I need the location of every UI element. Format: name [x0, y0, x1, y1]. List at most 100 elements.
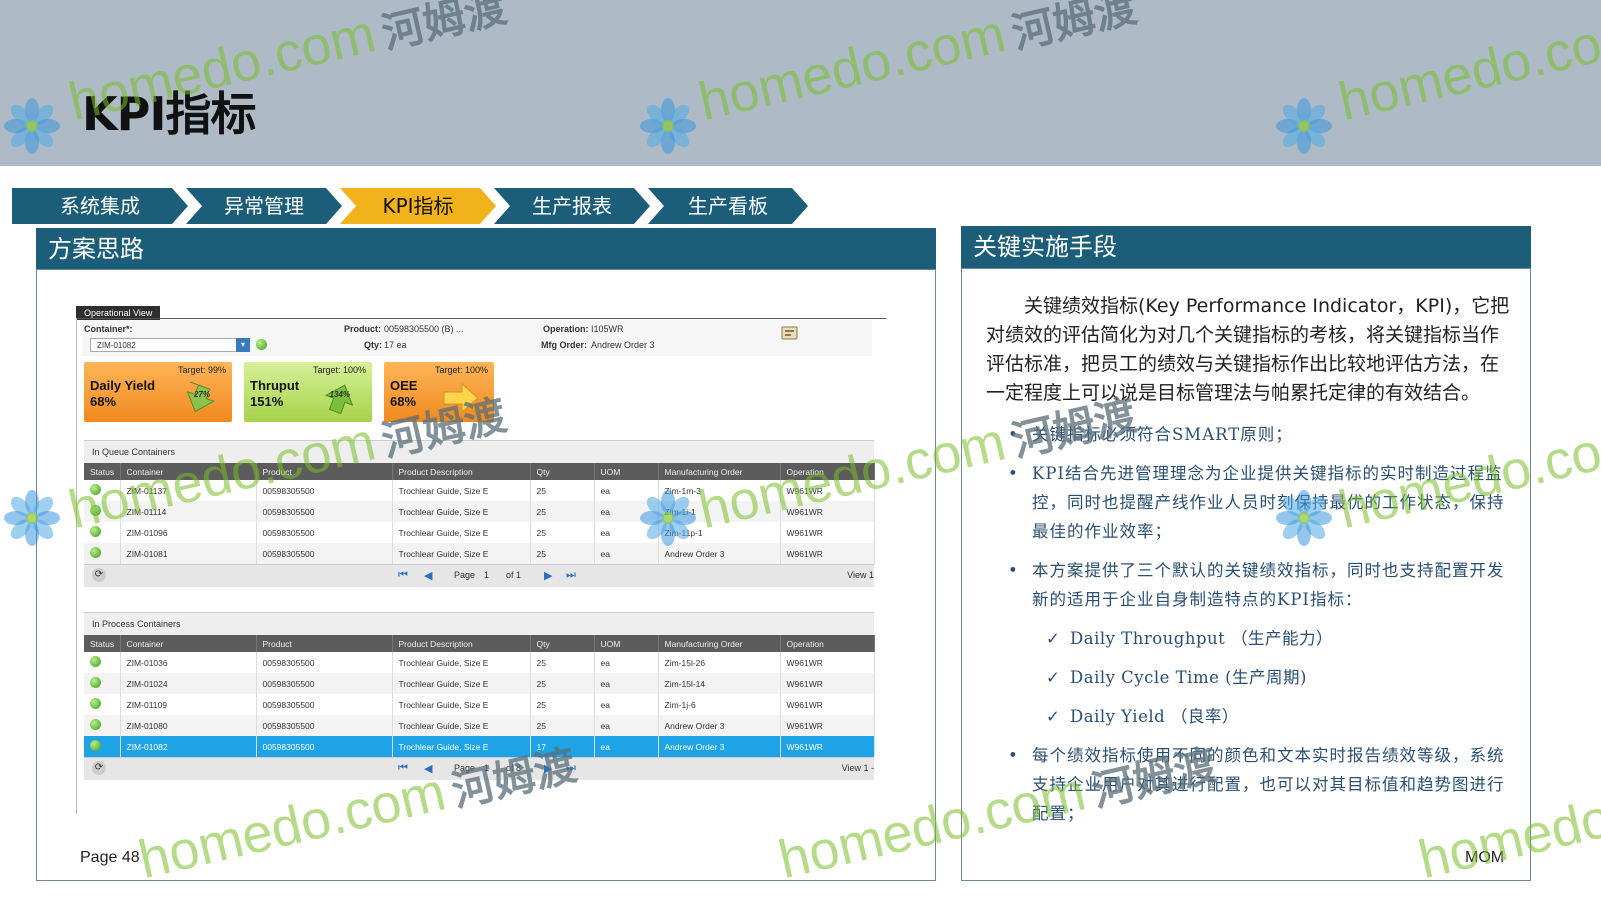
- column-header[interactable]: Product Description: [392, 635, 531, 652]
- table-cell: ea: [594, 522, 659, 543]
- column-header[interactable]: Product: [256, 463, 393, 480]
- list-item: 每个绩效指标使用不同的颜色和文本实时报告绩效等级，系统支持企业用户对其进行配置，…: [1006, 741, 1518, 828]
- column-header[interactable]: Container: [120, 635, 257, 652]
- nav-item-production-report[interactable]: 生产报表: [494, 188, 650, 224]
- kpi-tile-daily-yield[interactable]: Target: 99% Daily Yield 68% 27%: [84, 362, 232, 422]
- next-page-icon[interactable]: ▶: [544, 569, 552, 582]
- nav-item-label: KPI指标: [382, 194, 454, 218]
- table-row[interactable]: ZIM-01081 00598305500 Trochlear Guide, Siz…: [84, 543, 875, 564]
- table-cell: 00598305500: [256, 543, 393, 564]
- kpi-value: 68%: [90, 394, 117, 409]
- table-row[interactable]: ZIM-01080 00598305500 Trochlear Guide, Siz…: [84, 715, 875, 736]
- table-cell: 25: [530, 543, 595, 564]
- table-cell: W961WR: [780, 652, 875, 673]
- table-cell: ea: [594, 673, 659, 694]
- status-ok-icon: [90, 526, 101, 537]
- column-header[interactable]: Operation: [780, 463, 875, 480]
- next-page-icon[interactable]: ▶: [544, 762, 552, 775]
- in-process-grid: In Process Containers Status Container Pro…: [84, 612, 875, 780]
- right-panel-title: 关键实施手段: [961, 226, 1531, 268]
- nav-item-production-board[interactable]: 生产看板: [648, 188, 808, 224]
- table-row[interactable]: ZIM-01137 00598305500 Trochlear Guide, Siz…: [84, 480, 875, 501]
- status-ok-icon: [90, 740, 101, 751]
- table-cell: ea: [594, 501, 659, 522]
- column-header[interactable]: Operation: [780, 635, 875, 652]
- table-cell: Zim-1j-6: [658, 694, 781, 715]
- grid-caption: In Process Containers: [84, 612, 874, 635]
- kpi-target: Target: 100%: [312, 365, 366, 375]
- table-row[interactable]: ZIM-01096 00598305500 Trochlear Guide, Siz…: [84, 522, 875, 543]
- table-cell: ea: [594, 543, 659, 564]
- kpi-tile-oee[interactable]: Target: 100% OEE 68%: [384, 362, 494, 422]
- table-cell: 00598305500: [256, 715, 393, 736]
- table-cell: 25: [530, 501, 595, 522]
- table-row[interactable]: ZIM-01082 00598305500 Trochlear Guide, Siz…: [84, 736, 875, 757]
- list-item: KPI结合先进管理理念为企业提供关键指标的实时制造过程监控，同时也提醒产线作业人…: [1006, 459, 1518, 546]
- status-ok-icon: [90, 484, 101, 495]
- kpi-name: OEE: [390, 378, 418, 393]
- column-header[interactable]: UOM: [594, 463, 659, 480]
- table-cell: ea: [594, 736, 659, 757]
- table-header-row: Status Container Product Product Descriptio…: [84, 463, 875, 480]
- table-cell: 25: [530, 652, 595, 673]
- in-queue-pager: ⟳ ⏮ ◀ Page 1 of 1 ▶ ⏭ View 1: [84, 564, 874, 587]
- column-header[interactable]: Product Description: [392, 463, 531, 480]
- column-header[interactable]: Container: [120, 463, 257, 480]
- table-cell: Trochlear Guide, Size E: [392, 480, 531, 501]
- table-cell: W961WR: [780, 673, 875, 694]
- kpi-tile-thruput[interactable]: Target: 100% Thruput 151% 134%: [244, 362, 372, 422]
- nav-item-kpi[interactable]: KPI指标: [340, 188, 496, 224]
- last-page-icon[interactable]: ⏭: [566, 569, 576, 582]
- column-header[interactable]: Manufacturing Order: [658, 463, 781, 480]
- nav-item-system-integration[interactable]: 系统集成: [12, 188, 188, 224]
- column-header[interactable]: Qty: [530, 635, 595, 652]
- column-header[interactable]: Status: [84, 635, 121, 652]
- refresh-icon[interactable]: ⟳: [92, 568, 106, 582]
- table-cell: W961WR: [780, 501, 875, 522]
- column-header[interactable]: Qty: [530, 463, 595, 480]
- status-cell: [84, 652, 121, 673]
- in-process-table: Status Container Product Product Descriptio…: [84, 635, 875, 757]
- page-select[interactable]: 1: [484, 763, 489, 773]
- page-select[interactable]: 1: [484, 570, 489, 580]
- table-cell: 00598305500: [256, 673, 393, 694]
- table-cell: ea: [594, 715, 659, 736]
- tab-divider: [76, 318, 886, 319]
- column-header[interactable]: Status: [84, 463, 121, 480]
- table-cell: 00598305500: [256, 501, 393, 522]
- qty-label: Qty:: [364, 340, 382, 350]
- column-header[interactable]: UOM: [594, 635, 659, 652]
- table-row[interactable]: ZIM-01036 00598305500 Trochlear Guide, Siz…: [84, 652, 875, 673]
- table-cell: Trochlear Guide, Size E: [392, 673, 531, 694]
- first-page-icon[interactable]: ⏮: [398, 569, 408, 582]
- table-row[interactable]: ZIM-01109 00598305500 Trochlear Guide, Siz…: [84, 694, 875, 715]
- prev-page-icon[interactable]: ◀: [424, 762, 432, 775]
- table-cell: 25: [530, 480, 595, 501]
- chevron-down-icon[interactable]: ▾: [236, 338, 250, 352]
- status-cell: [84, 543, 121, 564]
- status-cell: [84, 501, 121, 522]
- column-header[interactable]: Product: [256, 635, 393, 652]
- container-form: Container*: ZIM-01082 ▾ Product: 0059830…: [82, 320, 872, 356]
- nav-item-exception-management[interactable]: 异常管理: [186, 188, 342, 224]
- operation-value: I105WR: [591, 324, 624, 334]
- status-cell: [84, 694, 121, 715]
- document-icon[interactable]: [780, 324, 800, 342]
- column-header[interactable]: Manufacturing Order: [658, 635, 781, 652]
- container-value: ZIM-01082: [97, 341, 136, 350]
- table-cell: ZIM-01137: [120, 480, 257, 501]
- status-ok-icon: [90, 698, 101, 709]
- table-row[interactable]: ZIM-01114 00598305500 Trochlear Guide, Siz…: [84, 501, 875, 522]
- list-item: 关键指标必须符合SMART原则；: [1006, 420, 1518, 449]
- prev-page-icon[interactable]: ◀: [424, 569, 432, 582]
- first-page-icon[interactable]: ⏮: [398, 762, 408, 775]
- container-select[interactable]: ZIM-01082 ▾: [90, 338, 250, 352]
- table-cell: Trochlear Guide, Size E: [392, 543, 531, 564]
- table-cell: 25: [530, 715, 595, 736]
- page-label: Page: [454, 570, 476, 580]
- last-page-icon[interactable]: ⏭: [566, 762, 576, 775]
- table-cell: W961WR: [780, 543, 875, 564]
- page-title: KPI指标: [82, 87, 256, 141]
- refresh-icon[interactable]: ⟳: [92, 761, 106, 775]
- table-row[interactable]: ZIM-01024 00598305500 Trochlear Guide, Siz…: [84, 673, 875, 694]
